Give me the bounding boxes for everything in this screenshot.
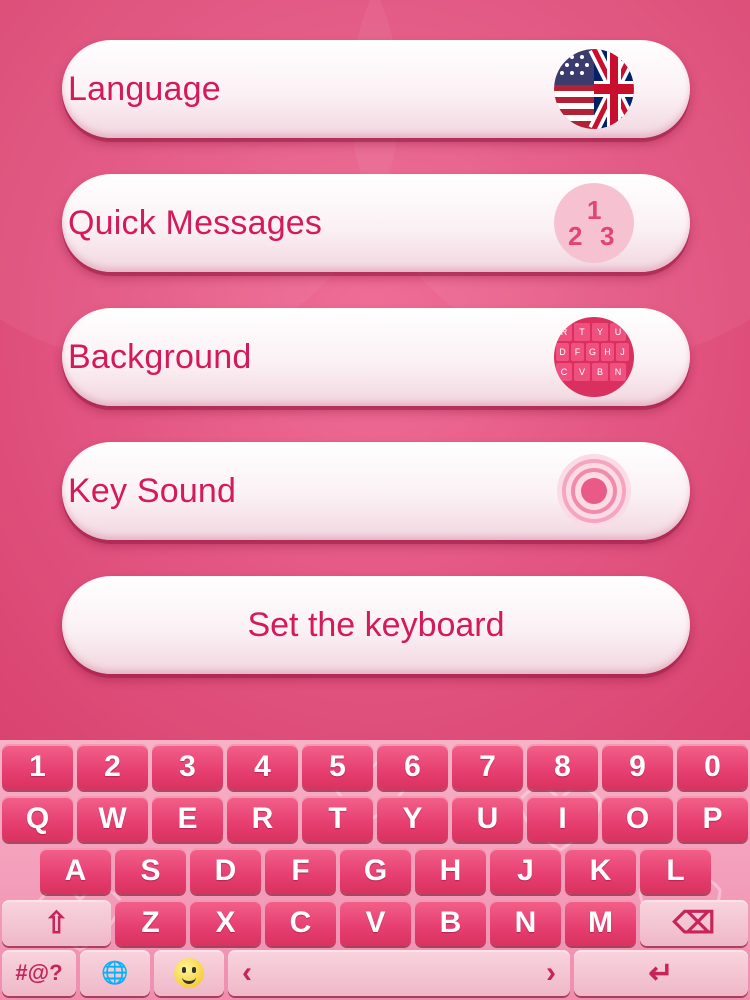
key-h[interactable]: H: [415, 848, 486, 894]
preview-key: N: [610, 363, 626, 381]
key-w[interactable]: W: [77, 796, 148, 842]
key-5[interactable]: 5: [302, 744, 373, 790]
background-button[interactable]: Background R T Y U D F G H J C V B N: [62, 308, 690, 406]
key-t[interactable]: T: [302, 796, 373, 842]
key-g[interactable]: G: [340, 848, 411, 894]
preview-key: D: [556, 343, 569, 361]
backspace-key[interactable]: ⌫: [640, 900, 748, 946]
key-q[interactable]: Q: [2, 796, 73, 842]
key-z[interactable]: Z: [115, 900, 186, 946]
preview-key: G: [586, 343, 599, 361]
preview-key: Y: [592, 323, 608, 341]
key-e[interactable]: E: [152, 796, 223, 842]
key-a[interactable]: A: [40, 848, 111, 894]
key-d[interactable]: D: [190, 848, 261, 894]
key-k[interactable]: K: [565, 848, 636, 894]
key-7[interactable]: 7: [452, 744, 523, 790]
preview-key: U: [610, 323, 626, 341]
key-s[interactable]: S: [115, 848, 186, 894]
preview-key: B: [592, 363, 608, 381]
space-key[interactable]: ‹ ›: [228, 950, 570, 996]
key-sound-label: Key Sound: [68, 471, 237, 510]
key-j[interactable]: J: [490, 848, 561, 894]
key-v[interactable]: V: [340, 900, 411, 946]
set-keyboard-label: Set the keyboard: [247, 605, 505, 644]
quick-messages-button[interactable]: Quick Messages 1 2 3: [62, 174, 690, 272]
key-b[interactable]: B: [415, 900, 486, 946]
shift-key[interactable]: ⇧: [2, 900, 111, 946]
key-3[interactable]: 3: [152, 744, 223, 790]
language-button[interactable]: Language: [62, 40, 690, 138]
numbers-123-icon: 1 2 3: [554, 183, 634, 263]
preview-key: V: [574, 363, 590, 381]
key-x[interactable]: X: [190, 900, 261, 946]
key-f[interactable]: F: [265, 848, 336, 894]
sound-waves-icon: [554, 451, 634, 531]
preview-key: C: [556, 363, 572, 381]
preview-key: F: [571, 343, 584, 361]
key-m[interactable]: M: [565, 900, 636, 946]
space-right-arrow: ›: [546, 956, 556, 989]
us-uk-flag-icon: [554, 49, 634, 129]
preview-key: H: [601, 343, 614, 361]
key-c[interactable]: C: [265, 900, 336, 946]
key-u[interactable]: U: [452, 796, 523, 842]
key-2[interactable]: 2: [77, 744, 148, 790]
language-label: Language: [68, 69, 221, 108]
background-label: Background: [68, 337, 252, 376]
key-8[interactable]: 8: [527, 744, 598, 790]
globe-key[interactable]: 🌐: [80, 950, 150, 996]
key-i[interactable]: I: [527, 796, 598, 842]
key-r[interactable]: R: [227, 796, 298, 842]
key-p[interactable]: P: [677, 796, 748, 842]
key-6[interactable]: 6: [377, 744, 448, 790]
key-4[interactable]: 4: [227, 744, 298, 790]
enter-key[interactable]: ↵: [574, 950, 748, 996]
key-1[interactable]: 1: [2, 744, 73, 790]
key-0[interactable]: 0: [677, 744, 748, 790]
space-left-arrow: ‹: [242, 956, 252, 989]
digit-3: 3: [600, 221, 615, 251]
smiley-icon: [174, 958, 204, 988]
key-l[interactable]: L: [640, 848, 711, 894]
preview-key: R: [556, 323, 572, 341]
key-sound-button[interactable]: Key Sound: [62, 442, 690, 540]
preview-key: T: [574, 323, 590, 341]
keyboard: 1 2 3 4 5 6 7 8 9 0 Q W E R T Y U I O P A S D F G H J K L ⇧ Z X C V B N M ⌫ #@…: [0, 740, 750, 1000]
keyboard-preview-icon: R T Y U D F G H J C V B N: [554, 317, 634, 397]
key-o[interactable]: O: [602, 796, 673, 842]
symbols-key[interactable]: #@?: [2, 950, 76, 996]
preview-key: J: [616, 343, 629, 361]
set-keyboard-button[interactable]: Set the keyboard: [62, 576, 690, 674]
key-n[interactable]: N: [490, 900, 561, 946]
key-9[interactable]: 9: [602, 744, 673, 790]
key-y[interactable]: Y: [377, 796, 448, 842]
digit-2: 2: [568, 221, 583, 251]
emoji-key[interactable]: [154, 950, 224, 996]
quick-messages-label: Quick Messages: [68, 203, 323, 242]
